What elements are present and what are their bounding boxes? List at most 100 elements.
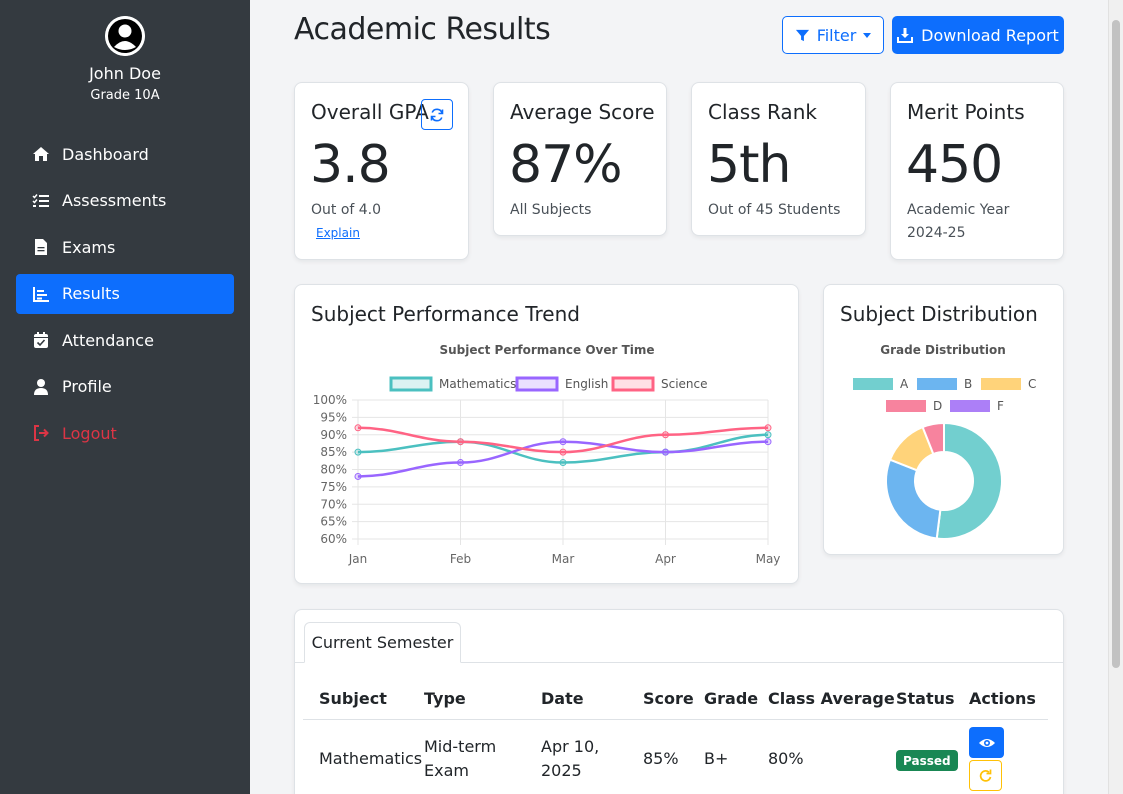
sidebar-item-dashboard[interactable]: Dashboard: [16, 134, 234, 174]
legend-label-science: Science: [661, 377, 708, 391]
download-icon: [897, 28, 914, 43]
column-header-class-average: Class Average: [768, 689, 895, 708]
y-tick-label: 65%: [320, 515, 347, 529]
data-point-mathematics: [764, 431, 772, 439]
page-scrollbar[interactable]: [1108, 0, 1123, 794]
filter-label: Filter: [816, 25, 857, 45]
avatar[interactable]: [105, 16, 145, 56]
distribution-card-title: Subject Distribution: [840, 302, 1038, 326]
gpa-card: Overall GPA 3.8 Out of 4.0 Explain: [294, 82, 469, 260]
performance-trend-card: Subject Performance Trend Subject Perfor…: [294, 284, 799, 584]
sidebar-item-label: Attendance: [62, 330, 154, 350]
cell-subject: Mathematics: [319, 749, 423, 768]
refresh-gpa-button[interactable]: [421, 99, 453, 130]
y-tick-label: 60%: [320, 532, 347, 546]
y-tick-label: 70%: [320, 497, 347, 511]
download-report-button[interactable]: Download Report: [892, 16, 1064, 54]
data-point-mathematics: [559, 459, 567, 467]
gpa-subtitle: Out of 4.0: [311, 202, 382, 218]
legend-label-b: B: [964, 377, 972, 391]
legend-swatch-a: [853, 378, 893, 390]
average-score-subtitle: All Subjects: [510, 202, 592, 218]
legend-swatch-d: [886, 400, 926, 412]
sidebar-nav: Dashboard Assessments Exams Results Atte…: [16, 134, 234, 460]
data-point-english: [764, 438, 772, 446]
column-header-score: Score: [643, 689, 694, 708]
checklist-icon: [32, 193, 49, 207]
average-score-title: Average Score: [510, 100, 655, 124]
calendar-check-icon: [34, 332, 48, 348]
merit-points-card: Merit Points 450 Academic Year 2024-25: [890, 82, 1064, 260]
legend-swatch-english: [515, 376, 559, 392]
user-name: John Doe: [89, 64, 161, 83]
legend-label-a: A: [900, 377, 909, 391]
sidebar: John Doe Grade 10A Dashboard Assessments…: [0, 0, 250, 794]
status-badge: Passed: [896, 750, 958, 771]
cell-date: Apr 10, 2025: [541, 737, 600, 780]
chart-title: Subject Performance Over Time: [439, 343, 654, 357]
y-tick-label: 75%: [320, 480, 347, 494]
sidebar-item-profile[interactable]: Profile: [16, 367, 234, 407]
legend-label-mathematics: Mathematics: [439, 377, 516, 391]
filter-button[interactable]: Filter: [782, 16, 884, 54]
data-point-science: [662, 431, 669, 439]
cell-score: 85%: [643, 749, 679, 768]
logout-icon: [34, 425, 49, 441]
document-icon: [35, 239, 47, 255]
legend-swatch-c: [981, 378, 1021, 390]
filter-icon: [795, 29, 809, 41]
x-tick-label: Jan: [348, 552, 368, 566]
data-point-science: [559, 448, 567, 456]
legend-swatch-science: [611, 376, 655, 392]
sidebar-item-label: Results: [62, 284, 120, 303]
user-grade: Grade 10A: [90, 88, 160, 103]
scrollbar-thumb[interactable]: [1112, 20, 1120, 668]
chart-icon: [33, 286, 49, 302]
merit-points-title: Merit Points: [907, 100, 1025, 124]
cell-grade: B+: [704, 749, 729, 768]
donut-slice-a: [935, 421, 1003, 540]
sidebar-item-label: Dashboard: [62, 144, 149, 164]
column-header-date: Date: [541, 689, 584, 708]
donut-chart: Grade Distribution A B C D F: [853, 343, 1036, 540]
sidebar-item-logout[interactable]: Logout: [16, 413, 234, 453]
sidebar-item-assessments[interactable]: Assessments: [16, 181, 234, 221]
donut-slice-b: [885, 458, 942, 540]
legend-label-d: D: [933, 399, 942, 413]
view-button[interactable]: [969, 727, 1004, 758]
x-tick-label: May: [756, 552, 781, 566]
column-header-type: Type: [424, 689, 466, 708]
eye-icon: [978, 738, 995, 747]
y-tick-label: 85%: [320, 445, 347, 459]
results-table-card: Current Semester Subject Type Date Score…: [294, 609, 1064, 794]
user-avatar-icon: [105, 16, 145, 56]
data-point-english: [559, 438, 567, 446]
legend-swatch-f: [950, 400, 990, 412]
class-rank-title: Class Rank: [708, 100, 817, 124]
column-header-grade: Grade: [704, 689, 759, 708]
sidebar-item-exams[interactable]: Exams: [16, 227, 234, 267]
sidebar-item-attendance[interactable]: Attendance: [16, 320, 234, 360]
y-tick-label: 95%: [320, 410, 347, 424]
data-point-science: [457, 438, 464, 446]
data-point-mathematics: [354, 448, 362, 456]
refresh-icon: [430, 108, 444, 121]
data-point-science: [354, 424, 362, 432]
tab-current-semester[interactable]: Current Semester: [304, 622, 461, 663]
explain-link[interactable]: Explain: [316, 226, 360, 240]
retake-button[interactable]: [969, 760, 1002, 791]
sidebar-item-label: Assessments: [62, 191, 167, 210]
gpa-value: 3.8: [310, 135, 391, 195]
merit-points-subtitle: Academic Year 2024-25: [907, 202, 1010, 241]
table-header-divider: [303, 719, 1048, 720]
y-tick-label: 100%: [313, 393, 347, 407]
sidebar-item-results[interactable]: Results: [16, 273, 234, 314]
trend-card-title: Subject Performance Trend: [311, 302, 580, 326]
class-rank-card: Class Rank 5th Out of 45 Students: [691, 82, 866, 236]
redo-icon: [979, 769, 991, 782]
sidebar-item-label: Profile: [62, 377, 112, 396]
chevron-down-icon: [863, 32, 872, 38]
class-rank-subtitle: Out of 45 Students: [708, 202, 841, 218]
sidebar-item-label: Exams: [62, 237, 116, 257]
data-point-science: [764, 424, 772, 432]
